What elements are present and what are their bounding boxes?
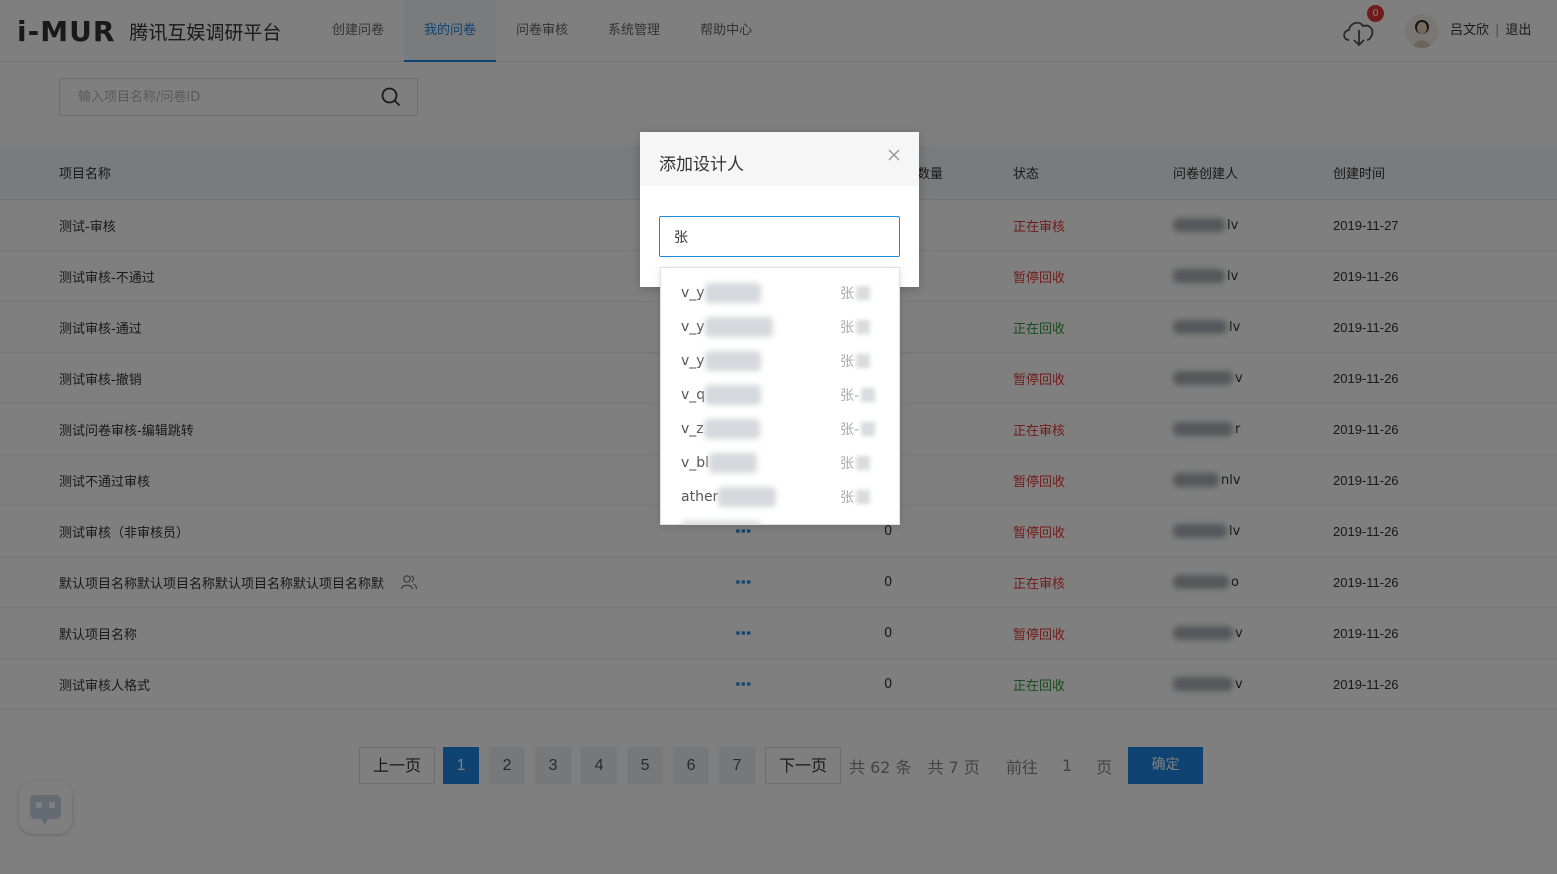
close-icon[interactable]: [887, 148, 901, 162]
suggestion-name: 张-: [840, 419, 876, 439]
designer-search-input[interactable]: [660, 217, 899, 256]
suggestion-id: ather: [681, 487, 777, 507]
suggestion-id: v_bl: [681, 453, 758, 473]
suggestion-item-partial[interactable]: [661, 513, 899, 524]
suggestion-id: v_y: [681, 317, 773, 337]
suggestion-id: v_y: [681, 351, 761, 371]
suggestion-name: 张: [840, 317, 870, 337]
suggestion-id: v_q: [681, 385, 762, 405]
suggestion-name: 张: [840, 453, 870, 473]
suggestion-item[interactable]: v_y 张: [661, 309, 899, 343]
suggestion-name: 张: [840, 487, 870, 507]
suggestion-item[interactable]: v_z 张-: [661, 411, 899, 445]
suggestion-id: [681, 521, 761, 524]
dialog-title: 添加设计人: [659, 155, 744, 175]
suggestion-item[interactable]: v_bl 张: [661, 445, 899, 479]
suggestion-name: 张-: [840, 385, 876, 405]
suggestion-item[interactable]: v_y 张: [661, 343, 899, 377]
dialog-header: 添加设计人: [640, 132, 919, 186]
add-designer-dialog: 添加设计人: [640, 132, 919, 287]
designer-search-field: [659, 216, 900, 257]
suggestion-name: 张: [840, 283, 870, 303]
suggestion-name: 张: [840, 351, 870, 371]
suggestion-item[interactable]: v_y 张: [661, 275, 899, 309]
designer-suggestion-list: v_y 张 v_y 张 v_y 张 v_q 张- v_z 张- v_bl 张 a…: [660, 267, 900, 525]
suggestion-item[interactable]: ather 张: [661, 479, 899, 513]
suggestion-id: v_z: [681, 419, 760, 439]
suggestion-id: v_y: [681, 283, 761, 303]
suggestion-item[interactable]: v_q 张-: [661, 377, 899, 411]
